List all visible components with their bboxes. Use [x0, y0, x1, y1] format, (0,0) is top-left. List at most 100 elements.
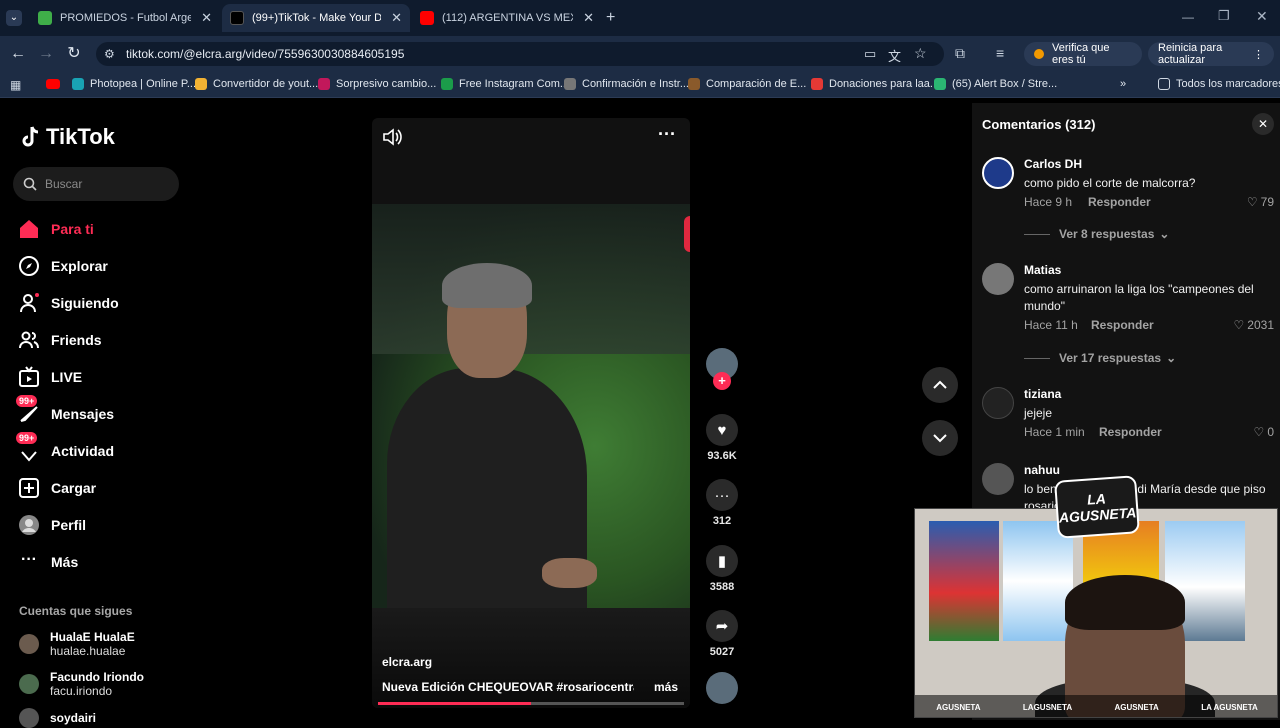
comment-like-button[interactable]: ♡ 0: [1254, 425, 1274, 439]
close-comments-icon[interactable]: ✕: [1252, 113, 1274, 135]
all-bookmarks-button[interactable]: Todos los marcadores: [1158, 78, 1280, 90]
search-input[interactable]: Buscar: [13, 167, 179, 201]
comment-icon: ···: [706, 479, 738, 511]
share-button[interactable]: ➦ 5027: [706, 610, 738, 658]
like-button[interactable]: ♥ 93.6K: [706, 414, 738, 462]
tab-youtube[interactable]: (112) ARGENTINA VS MEXICO | ✕: [412, 4, 602, 32]
extensions-icon[interactable]: ⧉: [955, 45, 965, 62]
bookmarks-overflow-button[interactable]: »: [1120, 78, 1126, 90]
avatar[interactable]: [982, 263, 1014, 295]
previous-video-button[interactable]: [922, 367, 958, 403]
music-disc-button[interactable]: [706, 672, 738, 704]
reading-list-icon[interactable]: ≡: [996, 45, 1004, 61]
menu-cargar[interactable]: Cargar: [18, 477, 96, 499]
heart-outline-icon: ♡: [1253, 425, 1265, 439]
video-caption[interactable]: Nueva Edición CHEQUEOVAR #rosariocentral…: [382, 680, 634, 694]
tab-tiktok[interactable]: (99+)TikTok - Make Your Day ✕: [222, 4, 410, 32]
menu-friends[interactable]: Friends: [18, 329, 102, 351]
chevron-down-icon: ⌄: [1159, 227, 1170, 241]
menu-actividad[interactable]: 99+ Actividad: [16, 432, 114, 462]
music-disc-icon: [706, 672, 738, 704]
back-icon[interactable]: ←: [8, 44, 28, 64]
volume-icon[interactable]: [382, 128, 402, 146]
bookmark-item[interactable]: Sorpresivo cambio...: [318, 78, 436, 90]
tab-promiedos[interactable]: PROMIEDOS - Futbol Argentino ✕: [30, 4, 220, 32]
heart-icon: ♥: [706, 414, 738, 446]
menu-mas[interactable]: ··· Más: [18, 551, 78, 573]
following-account[interactable]: Facundo Iriondo facu.iriondo: [19, 670, 144, 698]
tiktok-logo[interactable]: TikTok: [20, 124, 115, 150]
bookmark-item[interactable]: Photopea | Online P...: [72, 78, 196, 90]
browser-tab-bar: ⌄ PROMIEDOS - Futbol Argentino ✕ (99+)Ti…: [0, 0, 1280, 36]
forward-icon[interactable]: →: [36, 44, 56, 64]
next-video-button[interactable]: [922, 420, 958, 456]
view-replies-button[interactable]: Ver 8 respuestas ⌄: [1024, 227, 1169, 241]
caption-more-link[interactable]: más: [654, 680, 678, 694]
menu-live[interactable]: LIVE: [18, 366, 82, 388]
author-avatar-button[interactable]: +: [706, 348, 738, 390]
avatar[interactable]: [982, 387, 1014, 419]
site-info-icon[interactable]: ⚙: [104, 47, 115, 61]
verify-button[interactable]: Verifica que eres tú: [1024, 42, 1142, 66]
video-stands: [372, 204, 690, 354]
save-button[interactable]: ▮ 3588: [706, 545, 738, 593]
youtube-favicon-icon: [420, 11, 434, 25]
video-player[interactable]: elcra.arg Nueva Edición CHEQUEOVAR #rosa…: [372, 118, 690, 708]
more-options-icon[interactable]: ···: [658, 124, 676, 145]
tiktok-favicon-icon: [230, 11, 244, 25]
bookmark-favicon-icon: [195, 78, 207, 90]
menu-explorar[interactable]: Explorar: [18, 255, 108, 277]
cast-icon[interactable]: ▭: [864, 46, 876, 62]
following-account[interactable]: HualaE HualaE hualae.hualae: [19, 630, 135, 658]
window-close-icon[interactable]: ✕: [1256, 8, 1268, 25]
messages-icon: 99+: [16, 395, 40, 425]
following-account[interactable]: soydairi: [19, 708, 96, 728]
new-tab-icon[interactable]: +: [606, 9, 615, 27]
bookmark-item[interactable]: Free Instagram Com...: [441, 78, 569, 90]
comment-button[interactable]: ··· 312: [706, 479, 738, 527]
wall-poster: [929, 521, 999, 641]
youtube-bookmark-icon[interactable]: [46, 79, 60, 89]
heart-outline-icon: ♡: [1246, 195, 1258, 209]
follow-plus-icon[interactable]: +: [713, 372, 731, 390]
reply-button[interactable]: Responder: [1088, 195, 1151, 209]
comment-like-button[interactable]: ♡ 2031: [1234, 318, 1274, 332]
video-progress-fill: [378, 702, 531, 705]
update-button[interactable]: Reinicia para actualizar ⋮: [1148, 42, 1274, 66]
close-icon[interactable]: ✕: [391, 10, 402, 26]
apps-grid-icon[interactable]: ▦: [10, 78, 21, 92]
menu-mensajes[interactable]: 99+ Mensajes: [16, 395, 114, 425]
menu-perfil[interactable]: Perfil: [18, 514, 86, 536]
divider: [1024, 357, 1050, 359]
bookmark-star-icon[interactable]: ☆: [914, 45, 927, 62]
bookmark-item[interactable]: Donaciones para laa...: [811, 78, 939, 90]
translate-icon[interactable]: 文: [888, 46, 901, 65]
tab-search-icon[interactable]: ⌄: [6, 10, 22, 26]
bookmark-item[interactable]: Comparación de E...: [688, 78, 806, 90]
url-text[interactable]: tiktok.com/@elcra.arg/video/755963003088…: [126, 47, 404, 61]
tiktok-note-icon: [22, 126, 39, 147]
restore-icon[interactable]: ❐: [1218, 8, 1230, 24]
bookmark-item[interactable]: (65) Alert Box / Stre...: [934, 78, 1057, 90]
video-progress-bar[interactable]: [378, 702, 684, 705]
video-author[interactable]: elcra.arg: [382, 655, 432, 669]
close-icon[interactable]: ✕: [583, 10, 594, 26]
minimize-icon[interactable]: —: [1182, 10, 1194, 24]
menu-siguiendo[interactable]: Siguiendo: [18, 292, 119, 314]
avatar[interactable]: [982, 157, 1014, 189]
comment-like-button[interactable]: ♡ 79: [1247, 195, 1274, 209]
more-icon: ···: [21, 551, 37, 568]
close-icon[interactable]: ✕: [201, 10, 212, 26]
reply-button[interactable]: Responder: [1091, 318, 1154, 332]
view-replies-button[interactable]: Ver 17 respuestas ⌄: [1024, 351, 1176, 365]
bookmark-item[interactable]: Convertidor de yout...: [195, 78, 318, 90]
chevron-up-icon: [933, 380, 947, 389]
menu-para-ti[interactable]: Para ti: [18, 218, 94, 240]
compass-icon: [18, 255, 40, 277]
avatar[interactable]: [982, 463, 1014, 495]
reply-button[interactable]: Responder: [1099, 425, 1162, 439]
promiedos-favicon-icon: [38, 11, 52, 25]
bookmark-favicon-icon: [318, 78, 330, 90]
reload-icon[interactable]: ↻: [64, 44, 84, 64]
bookmark-item[interactable]: Confirmación e Instr...: [564, 78, 689, 90]
